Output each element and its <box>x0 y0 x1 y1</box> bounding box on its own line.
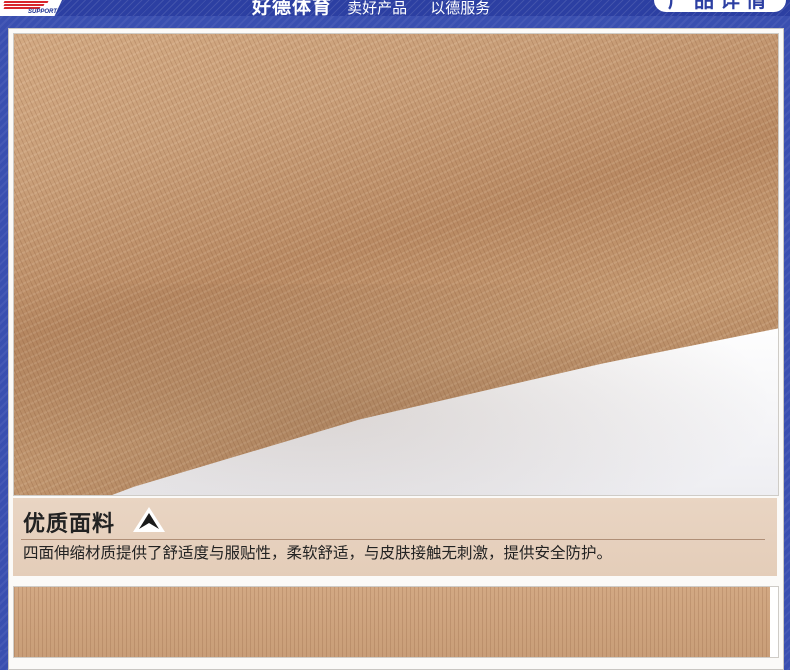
fabric-texture <box>14 587 770 657</box>
second-fabric-photo <box>13 586 779 658</box>
logo-word: SUPPORT <box>28 9 57 15</box>
slogan-main: 好德体育 <box>252 0 333 16</box>
feature-caption: 优质面料 四面伸缩材质提供了舒适度与服贴性，柔软舒适，与皮肤接触无刺激，提供安全… <box>13 498 777 576</box>
fabric-shadow <box>14 284 778 495</box>
section-title: 优质面料 <box>23 512 116 537</box>
section-description: 四面伸缩材质提供了舒适度与服贴性，柔软舒适，与皮肤接触无刺激，提供安全防护。 <box>23 544 613 562</box>
brand-logo: SUPPORT <box>0 0 62 16</box>
product-details-badge: 产品详情 <box>654 0 786 12</box>
banner-slogan: 好德体育 卖好产品 以德服务 <box>252 0 508 16</box>
fabric-closeup-photo <box>13 33 779 496</box>
up-arrow-triangle-icon <box>133 507 165 532</box>
logo-stripe <box>3 4 45 6</box>
top-banner: SUPPORT 好德体育 卖好产品 以德服务 产品详情 <box>0 0 790 16</box>
slogan-sub-1: 卖好产品 <box>347 0 408 16</box>
slogan-sub-2: 以德服务 <box>430 0 491 16</box>
caption-divider <box>21 539 765 540</box>
logo-stripe <box>3 1 49 3</box>
